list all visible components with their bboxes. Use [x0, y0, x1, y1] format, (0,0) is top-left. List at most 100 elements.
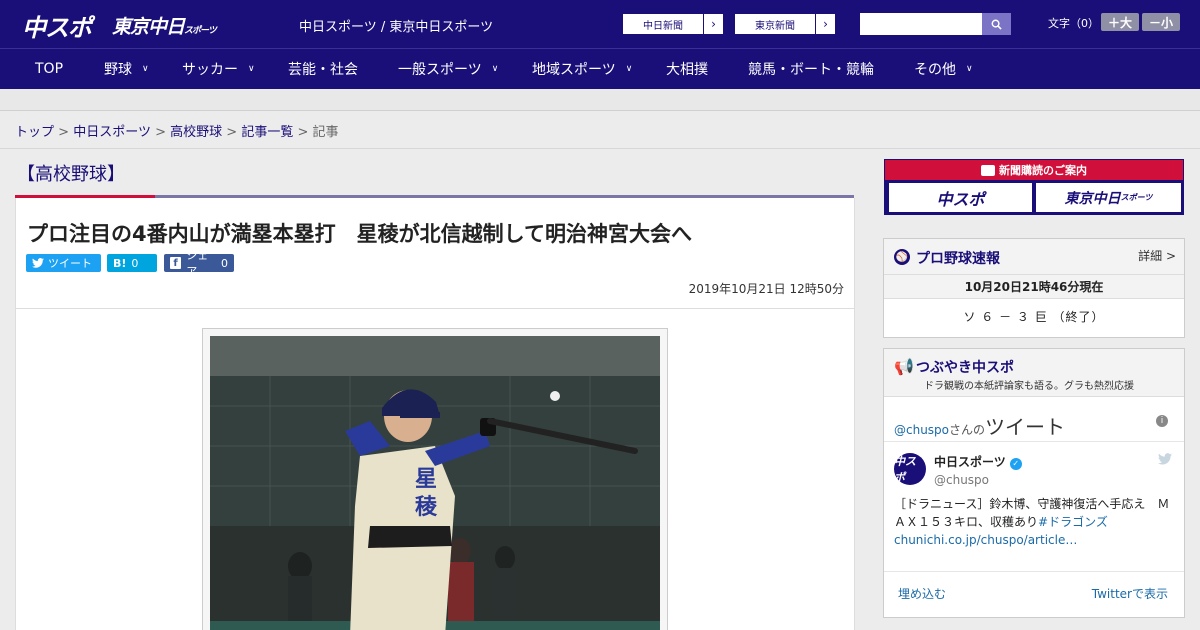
- tweet-text: ［ドラニュース］鈴木博、守護神復活へ手応え ＭＡＸ１５３キロ、収穫あり#ドラゴン…: [894, 495, 1176, 549]
- chevron-down-icon: ∨: [491, 64, 499, 74]
- hatena-count: 0: [131, 256, 139, 270]
- panel-header: 📢 つぶやき中スポ ドラ観戦の本紙評論家も語る。グラも熱烈応援: [884, 349, 1184, 397]
- nav-label: 芸能・社会: [288, 62, 358, 78]
- panel-subtitle: ドラ観戦の本紙評論家も語る。グラも熱烈応援: [924, 381, 1134, 392]
- breadcrumb-top[interactable]: トップ: [15, 125, 54, 140]
- nav-general-sports[interactable]: 一般スポーツ ∨: [398, 49, 498, 89]
- twitter-panel: 📢 つぶやき中スポ ドラ観戦の本紙評論家も語る。グラも熱烈応援 @chuspoさ…: [883, 348, 1185, 618]
- font-size-label: 文字（0）: [1048, 17, 1099, 30]
- tweet-body: ［ドラニュース］鈴木博、守護神復活へ手応え ＭＡＸ１５３キロ、収穫あり: [894, 497, 1170, 529]
- nav-label: サッカー: [182, 62, 238, 78]
- score-timestamp: 10月20日21時46分現在: [884, 275, 1184, 299]
- nav-label: 競馬・ボート・競輪: [748, 62, 874, 78]
- ad-header: 新聞購読のご案内: [885, 160, 1183, 180]
- nav-racing[interactable]: 競馬・ボート・競輪: [748, 49, 874, 89]
- breadcrumb-sep: >: [58, 125, 70, 140]
- ad-chuspo-logo[interactable]: 中スポ: [889, 183, 1032, 212]
- breadcrumb-highschool[interactable]: 高校野球: [170, 125, 222, 140]
- breadcrumb-sep: >: [155, 125, 166, 140]
- search-button[interactable]: [982, 13, 1011, 35]
- ext-link-label: 中日新聞: [643, 20, 683, 32]
- nav-label: 一般スポーツ: [398, 62, 482, 78]
- nav-other[interactable]: その他 ∨: [914, 49, 973, 89]
- facebook-icon: f: [170, 257, 182, 269]
- section-title: 【高校野球】: [17, 164, 125, 185]
- details-link[interactable]: 詳細 >: [1138, 247, 1176, 264]
- breadcrumb-sep: >: [226, 125, 238, 140]
- tokyo-chunichi-logo[interactable]: 東京中日スポーツ: [112, 12, 217, 39]
- facebook-share-button[interactable]: f シェア 0: [164, 249, 234, 278]
- article-headline: プロ注目の4番内山が満塁本塁打 星稜が北信越制して明治神宮大会へ: [27, 222, 692, 246]
- newspaper-icon: [981, 164, 995, 176]
- sub-nav-bar: [0, 89, 1200, 111]
- tokyo-shimbun-link[interactable]: 東京新聞 ›: [734, 13, 836, 35]
- breadcrumb-article-list[interactable]: 記事一覧: [241, 125, 293, 140]
- main-nav: TOP 野球 ∨ サッカー ∨ 芸能・社会 一般スポーツ ∨ 地域スポーツ ∨ 大相撲 …: [0, 48, 1200, 89]
- facebook-count: 0: [221, 256, 228, 270]
- breadcrumb-current: 記事: [312, 125, 339, 140]
- account-name[interactable]: 中日スポーツ ✓: [934, 453, 1022, 470]
- photo-frame: 星 稜: [202, 328, 668, 630]
- divider: [0, 148, 1200, 149]
- embed-link[interactable]: 埋め込む: [898, 585, 946, 602]
- tweets-by-suffix: さんの: [949, 423, 986, 437]
- facebook-label: シェア: [186, 249, 209, 278]
- article-photo[interactable]: 星 稜: [210, 336, 660, 630]
- chevron-down-icon: ∨: [142, 64, 149, 74]
- font-size-down-button[interactable]: －小: [1142, 13, 1180, 31]
- panel-header: ⚾ プロ野球速報 詳細 >: [884, 239, 1184, 275]
- tokyo-logo-sub: スポーツ: [184, 26, 217, 36]
- hatena-bookmark-button[interactable]: B! 0: [107, 254, 157, 272]
- nav-top[interactable]: TOP: [35, 49, 63, 89]
- nav-label: TOP: [35, 61, 64, 77]
- info-icon[interactable]: i: [1156, 415, 1168, 427]
- tokyo-logo-text: 東京中日: [112, 16, 185, 38]
- nav-soccer[interactable]: サッカー ∨: [182, 49, 255, 89]
- jersey-text: 稜: [415, 494, 438, 520]
- panel-title: プロ野球速報: [916, 251, 1000, 267]
- tweets-by-header: @chuspoさんのツイート: [894, 411, 1065, 440]
- divider: [16, 308, 854, 309]
- chuspo-logo[interactable]: 中スポ: [22, 8, 92, 43]
- article-date: 2019年10月21日 12時50分: [688, 282, 844, 296]
- tweets-word: ツイート: [985, 415, 1066, 439]
- view-on-twitter-link[interactable]: Twitterで表示: [1092, 585, 1168, 602]
- breadcrumb: トップ > 中日スポーツ > 高校野球 > 記事一覧 > 記事: [15, 121, 339, 140]
- ad-title: 新聞購読のご案内: [999, 164, 1087, 177]
- twitter-bird-icon[interactable]: [1158, 453, 1172, 469]
- site-name-link[interactable]: 中日スポーツ / 東京中日スポーツ: [299, 16, 493, 35]
- ad-tokyo-logo[interactable]: 東京中日 スポーツ: [1036, 183, 1181, 212]
- font-size-up-button[interactable]: ＋大: [1101, 13, 1139, 31]
- divider: [884, 571, 1184, 572]
- score-line[interactable]: ソ ６ － ３ 巨 （終了）: [884, 299, 1184, 335]
- chunichi-shimbun-link[interactable]: 中日新聞 ›: [622, 13, 724, 35]
- breadcrumb-chuspo[interactable]: 中日スポーツ: [73, 125, 151, 140]
- panel-title: つぶやき中スポ: [916, 360, 1014, 376]
- twitter-handle-link[interactable]: @chuspo: [894, 423, 949, 437]
- nav-label: その他: [914, 62, 956, 78]
- tweet-url-link[interactable]: chunichi.co.jp/chuspo/article…: [894, 533, 1077, 547]
- nav-label: 大相撲: [666, 62, 708, 78]
- chevron-right-icon: ›: [815, 14, 835, 34]
- article-card: プロ注目の4番内山が満塁本塁打 星稜が北信越制して明治神宮大会へ ツイート B!…: [15, 198, 855, 630]
- nav-entertainment[interactable]: 芸能・社会: [288, 49, 358, 89]
- tweet-hashtag-link[interactable]: #ドラゴンズ: [1038, 515, 1108, 529]
- nav-label: 野球: [104, 62, 132, 78]
- account-handle[interactable]: @chuspo: [934, 473, 989, 487]
- jersey-text: 星: [415, 466, 437, 492]
- nav-baseball[interactable]: 野球 ∨: [104, 49, 149, 89]
- search-input[interactable]: [860, 13, 982, 35]
- pro-baseball-panel: ⚾ プロ野球速報 詳細 > 10月20日21時46分現在 ソ ６ － ３ 巨 （…: [883, 238, 1185, 338]
- nav-sumo[interactable]: 大相撲: [666, 49, 708, 89]
- nav-local-sports[interactable]: 地域スポーツ ∨: [532, 49, 632, 89]
- site-header: 中スポ 東京中日スポーツ 中日スポーツ / 東京中日スポーツ 中日新聞 › 東京…: [0, 0, 1200, 48]
- tweet-label: ツイート: [48, 257, 92, 270]
- twitter-bird-icon: [32, 258, 44, 268]
- baseball-icon: ⚾: [894, 249, 910, 265]
- chevron-down-icon: ∨: [625, 64, 633, 74]
- megaphone-icon: 📢: [894, 357, 914, 376]
- nav-label: 地域スポーツ: [532, 62, 616, 78]
- tweet-button[interactable]: ツイート: [26, 254, 101, 272]
- avatar[interactable]: 中スポ: [894, 453, 926, 485]
- subscription-ad[interactable]: 新聞購読のご案内 中スポ 東京中日 スポーツ: [884, 159, 1184, 215]
